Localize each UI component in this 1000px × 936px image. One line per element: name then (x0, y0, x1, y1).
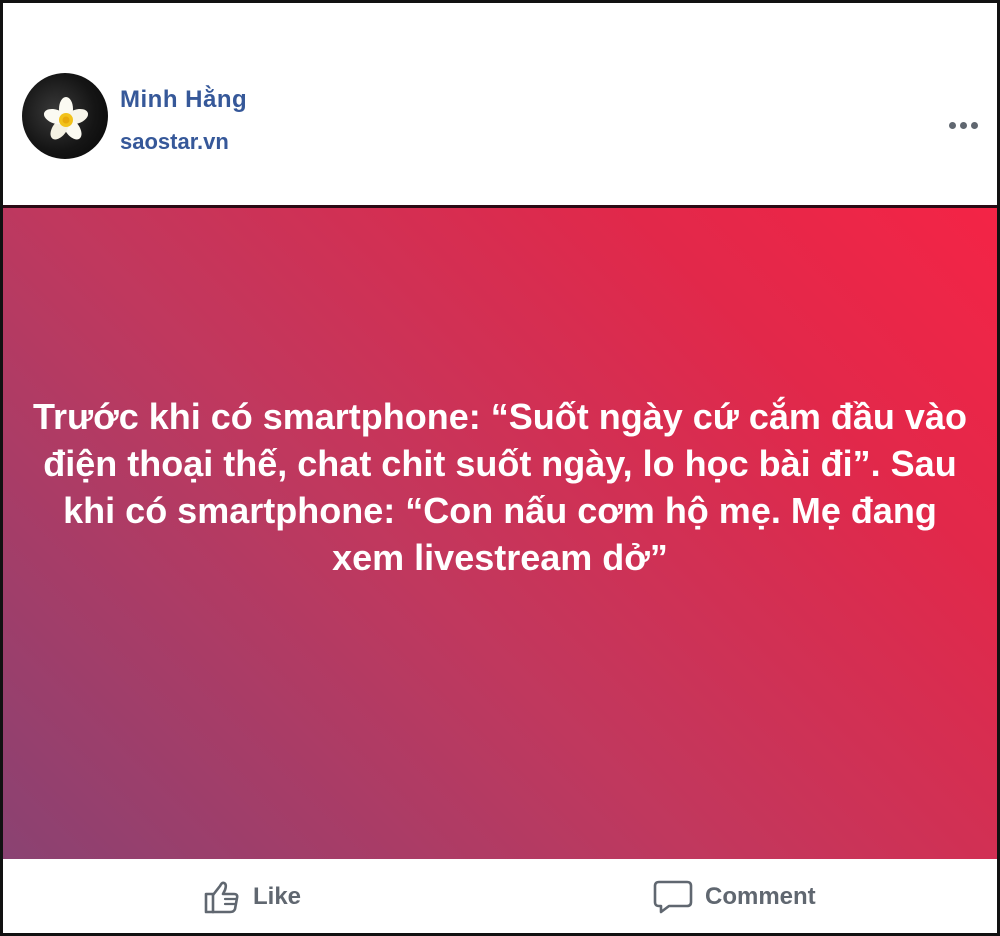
comment-label: Comment (705, 883, 816, 910)
post-header: Minh Hằng saostar.vn (3, 3, 997, 205)
more-dot (970, 121, 978, 129)
comment-button[interactable]: Comment (653, 877, 816, 917)
plumeria-flower-icon (43, 97, 89, 140)
more-dot (948, 121, 956, 129)
post-text: Trước khi có smartphone: “Suốt ngày cứ c… (33, 396, 967, 578)
post-source[interactable]: saostar.vn (120, 129, 229, 155)
post-background: Trước khi có smartphone: “Suốt ngày cứ c… (3, 205, 997, 859)
post-actions-bar: Like Comment (3, 859, 997, 933)
more-dot (959, 121, 967, 129)
like-button[interactable]: Like (203, 877, 301, 917)
author-name[interactable]: Minh Hằng (120, 86, 247, 114)
more-options-icon[interactable] (943, 111, 983, 139)
facebook-post-card: Minh Hằng saostar.vn Trước khi có smartp… (0, 0, 1000, 936)
thumbs-up-icon (203, 878, 241, 916)
like-label: Like (253, 883, 302, 910)
comment-bubble-icon (653, 879, 693, 915)
author-avatar[interactable] (22, 73, 108, 159)
